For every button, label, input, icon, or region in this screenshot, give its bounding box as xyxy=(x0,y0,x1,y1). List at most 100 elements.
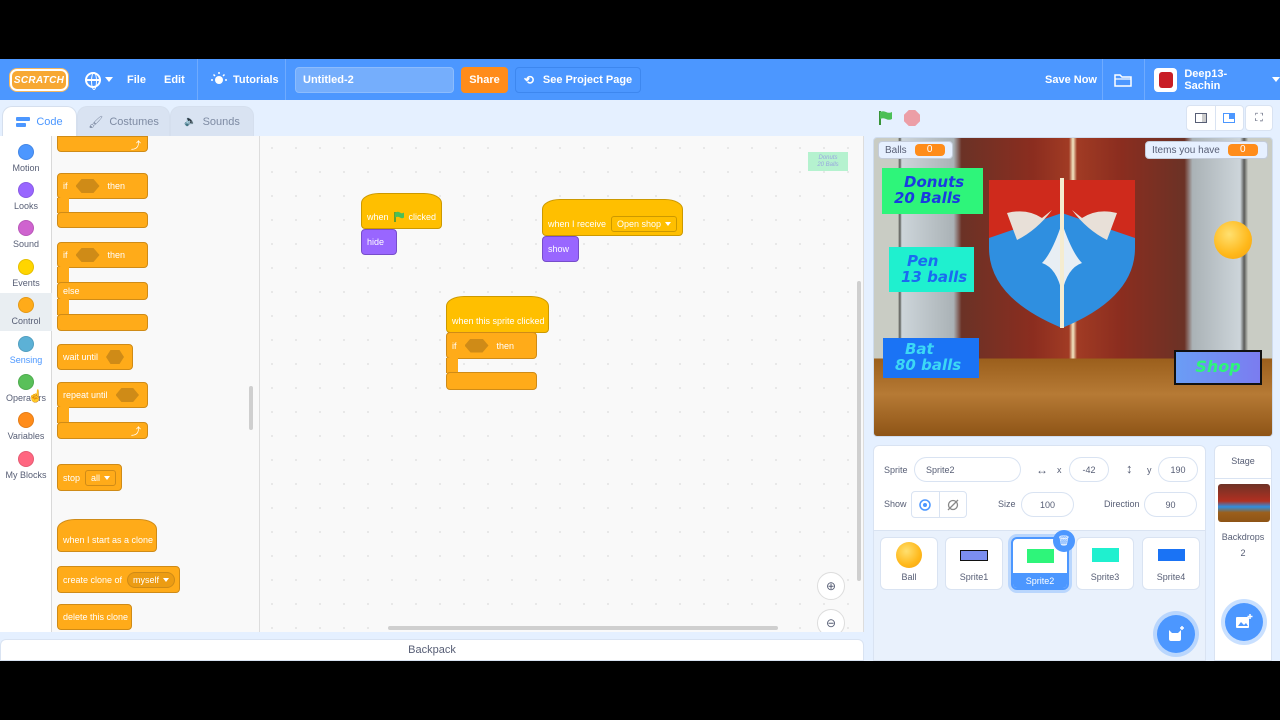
clone-target-dropdown[interactable]: myself xyxy=(127,571,176,588)
menu-bar: SCRATCH File Edit Tutorials Untitled-2 S… xyxy=(0,59,1280,100)
file-menu[interactable]: File xyxy=(127,59,146,100)
block-text: when I start as a clone xyxy=(63,534,154,545)
divider xyxy=(285,59,286,100)
c-block-bottom[interactable]: ⤴ xyxy=(57,422,148,439)
c-block-side xyxy=(446,358,458,373)
c-block-bottom[interactable] xyxy=(57,314,148,331)
see-project-page-button[interactable]: ⟲ See Project Page xyxy=(515,67,641,93)
divider xyxy=(1102,59,1103,100)
category-motion[interactable]: Motion xyxy=(0,140,52,178)
tab-sounds[interactable]: 🔈 Sounds xyxy=(170,106,254,136)
direction-input[interactable]: 90 xyxy=(1144,492,1197,517)
x-position-input[interactable]: -42 xyxy=(1069,457,1109,482)
workspace-vertical-scrollbar[interactable] xyxy=(857,281,861,581)
category-sound[interactable]: Sound xyxy=(0,216,52,254)
message-dropdown[interactable]: Open shop xyxy=(611,215,678,232)
show-visible-button[interactable] xyxy=(912,492,940,517)
account-menu[interactable]: Deep13-Sachin xyxy=(1154,59,1280,100)
workspace-horizontal-scrollbar[interactable] xyxy=(388,626,778,630)
stage-target-panel[interactable]: Stage Backdrops 2 xyxy=(1214,445,1272,661)
category-looks[interactable]: Looks xyxy=(0,178,52,216)
share-button[interactable]: Share xyxy=(461,67,508,93)
if-then-block[interactable]: if then xyxy=(446,332,537,359)
category-label: Control xyxy=(11,316,41,326)
motion-dot-icon xyxy=(18,144,34,160)
repeat-until-block[interactable]: repeat until xyxy=(57,382,148,408)
green-flag-button[interactable] xyxy=(877,110,893,126)
large-stage-button[interactable] xyxy=(1214,106,1244,130)
choose-sprite-button[interactable] xyxy=(1157,615,1195,653)
category-events[interactable]: Events xyxy=(0,255,52,293)
c-block-bottom[interactable] xyxy=(446,372,537,390)
sprite-tile-sprite1[interactable]: Sprite1 xyxy=(945,537,1003,590)
sprite-name: Sprite2 xyxy=(1013,573,1067,588)
when-this-sprite-clicked-block[interactable]: when this sprite clicked xyxy=(446,296,549,333)
category-sensing[interactable]: Sensing xyxy=(0,332,52,370)
speaker-icon: 🔈 xyxy=(184,116,197,127)
stop-button[interactable] xyxy=(904,110,920,126)
palette-scrollbar[interactable] xyxy=(249,386,253,430)
block-text: delete this clone xyxy=(63,612,129,622)
tab-code[interactable]: Code xyxy=(2,106,77,136)
zoom-in-button[interactable]: ⊕ xyxy=(817,572,845,600)
monitor-label: Items you have xyxy=(1152,144,1220,156)
wait-until-block[interactable]: wait until xyxy=(57,344,133,370)
when-i-start-as-clone-block[interactable]: when I start as a clone xyxy=(57,519,157,552)
choose-backdrop-button[interactable] xyxy=(1225,603,1263,641)
category-my-blocks[interactable]: My Blocks xyxy=(0,447,52,485)
y-position-input[interactable]: 190 xyxy=(1158,457,1198,482)
when-i-receive-block[interactable]: when I receive Open shop xyxy=(542,199,683,236)
create-clone-block[interactable]: create clone of myself xyxy=(57,566,180,593)
control-dot-icon xyxy=(18,297,34,313)
size-input[interactable]: 100 xyxy=(1021,492,1074,517)
chevron-down-icon xyxy=(1272,77,1280,82)
ball-sprite[interactable] xyxy=(1214,221,1252,259)
project-title-input[interactable]: Untitled-2 xyxy=(295,67,454,93)
stop-block[interactable]: stop all xyxy=(57,464,122,491)
forever-block-bottom[interactable]: ⤴ xyxy=(57,136,148,152)
backpack[interactable]: Backpack xyxy=(0,639,864,661)
donuts-price-sprite[interactable]: Donuts 20 Balls xyxy=(882,168,983,214)
fullscreen-button[interactable]: ⛶ xyxy=(1245,105,1273,131)
shop-button-sprite[interactable]: Shop xyxy=(1174,350,1262,385)
edit-menu[interactable]: Edit xyxy=(164,59,185,100)
pen-price-sprite[interactable]: Pen 13 balls xyxy=(889,247,974,292)
sprite-tile-ball[interactable]: Ball xyxy=(880,537,938,590)
zoom-out-button[interactable]: ⊖ xyxy=(817,609,845,632)
tab-costumes-label: Costumes xyxy=(109,115,159,128)
hide-invisible-button[interactable] xyxy=(940,492,967,517)
c-block-bottom[interactable] xyxy=(57,212,148,228)
save-now-button[interactable]: Save Now xyxy=(1045,59,1097,100)
hide-block[interactable]: hide xyxy=(361,229,397,255)
bat-price-sprite[interactable]: Bat 80 balls xyxy=(883,338,979,378)
loop-arrow-icon: ⤴ xyxy=(131,140,141,152)
tutorials-button[interactable]: Tutorials xyxy=(211,59,279,100)
sprite-tile-sprite3[interactable]: Sprite3 xyxy=(1076,537,1134,590)
stage-canvas[interactable]: Balls 0 Items you have 0 Donuts 20 Balls… xyxy=(873,137,1273,437)
dropdown-value: all xyxy=(91,472,101,483)
category-variables[interactable]: Variables xyxy=(0,408,52,446)
see-project-page-label: See Project Page xyxy=(542,74,633,86)
small-stage-button[interactable] xyxy=(1187,106,1215,130)
block-text: then xyxy=(107,181,126,191)
sprite-thumbnail xyxy=(1091,538,1119,572)
when-flag-clicked-block[interactable]: when clicked xyxy=(361,193,442,229)
category-control[interactable]: Control xyxy=(0,293,52,331)
scratch-logo[interactable]: SCRATCH xyxy=(10,69,68,91)
category-operators[interactable]: Operators xyxy=(0,370,52,408)
if-then-block[interactable]: if then xyxy=(57,173,148,199)
sprite-name-input[interactable]: Sprite2 xyxy=(914,457,1021,482)
sprite-tile-sprite4[interactable]: Sprite4 xyxy=(1142,537,1200,590)
show-block[interactable]: show xyxy=(542,236,579,262)
dropdown-value: Open shop xyxy=(617,218,662,229)
block-text: create clone of xyxy=(63,574,123,585)
delete-this-clone-block[interactable]: delete this clone xyxy=(57,604,132,630)
delete-sprite-button[interactable]: 🗑 xyxy=(1053,530,1075,552)
language-menu[interactable] xyxy=(85,59,113,100)
tab-costumes[interactable]: 🖌 Costumes xyxy=(77,106,170,136)
else-section[interactable]: else xyxy=(57,282,148,300)
my-stuff-button[interactable] xyxy=(1114,59,1132,100)
if-then-else-block[interactable]: if then xyxy=(57,242,148,268)
chevron-down-icon xyxy=(105,77,113,82)
stop-option-dropdown[interactable]: all xyxy=(85,469,117,486)
